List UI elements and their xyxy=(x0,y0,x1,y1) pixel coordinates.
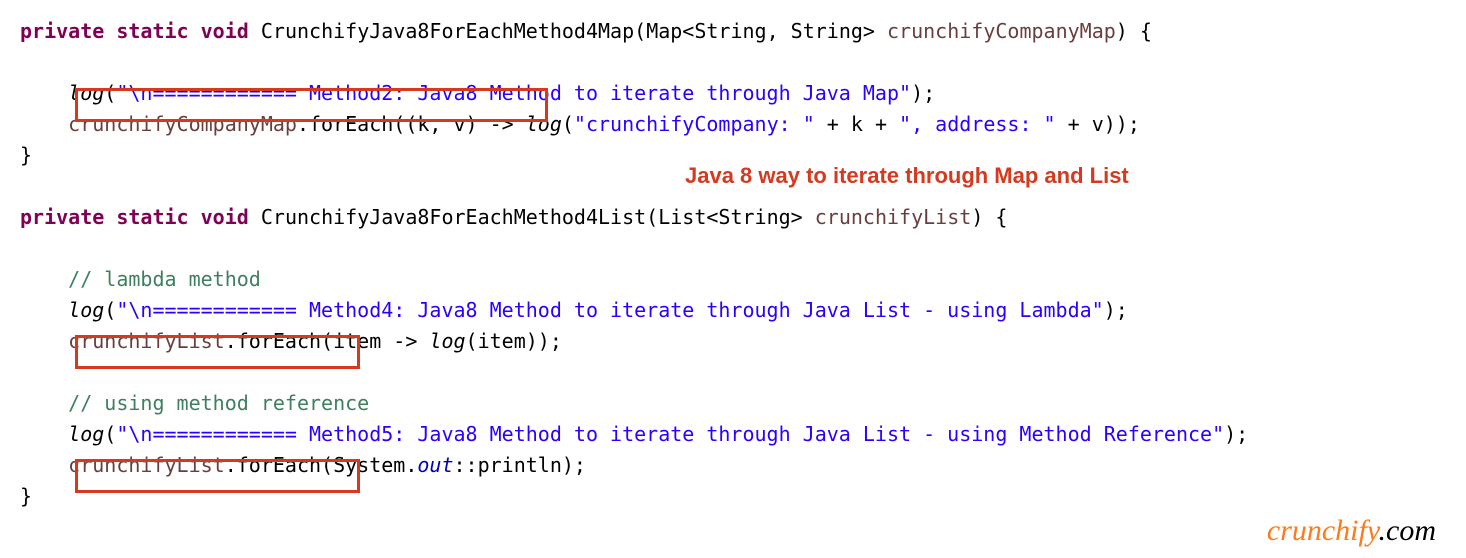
log-call: log xyxy=(68,298,104,322)
paren-open: ( xyxy=(646,205,658,229)
keyword-private: private xyxy=(20,19,104,43)
keyword-void: void xyxy=(201,19,249,43)
method-name: CrunchifyJava8ForEachMethod4List xyxy=(261,205,646,229)
brace-open: { xyxy=(983,205,1007,229)
log-call: log xyxy=(429,329,465,353)
map-var: crunchifyCompanyMap xyxy=(68,112,297,136)
type-generic: List<String> xyxy=(658,205,803,229)
code-block: private static void CrunchifyJava8ForEac… xyxy=(0,0,1466,512)
line-end: ); xyxy=(911,81,935,105)
brace-close: } xyxy=(20,484,32,508)
string-literal: "\n============ Method4: Java8 Method to… xyxy=(116,298,1103,322)
method-name: CrunchifyJava8ForEachMethod4Map xyxy=(261,19,634,43)
line-end: ); xyxy=(1104,298,1128,322)
foreach-call: .forEach xyxy=(225,453,321,477)
out-field: out xyxy=(417,453,453,477)
paren-open: ( xyxy=(104,298,116,322)
paren-open: ( xyxy=(104,81,116,105)
log-call: log xyxy=(68,81,104,105)
lambda-tail: (item)); xyxy=(466,329,562,353)
paren-close: ) xyxy=(971,205,983,229)
keyword-static: static xyxy=(116,19,188,43)
keyword-static: static xyxy=(116,205,188,229)
string-literal: ", address: " xyxy=(899,112,1056,136)
line-end: ); xyxy=(1224,422,1248,446)
watermark: crunchify.com xyxy=(1267,514,1436,548)
paren-close: ) xyxy=(1116,19,1128,43)
watermark-suffix: .com xyxy=(1379,514,1436,547)
foreach-call: .forEach((k, v) xyxy=(297,112,478,136)
brace-open: { xyxy=(1128,19,1152,43)
string-literal: "\n============ Method5: Java8 Method to… xyxy=(116,422,1224,446)
list-var: crunchifyList xyxy=(68,329,225,353)
plus-expr: + k + xyxy=(815,112,899,136)
type-generic: Map<String, String> xyxy=(646,19,875,43)
annotation-text: Java 8 way to iterate through Map and Li… xyxy=(685,163,1129,189)
brace-close: } xyxy=(20,143,32,167)
plus-expr: + v)); xyxy=(1056,112,1140,136)
paren-open: ( xyxy=(562,112,574,136)
param-name: crunchifyCompanyMap xyxy=(887,19,1116,43)
watermark-brand: crunchify xyxy=(1267,514,1379,547)
keyword-void: void xyxy=(201,205,249,229)
lambda-expr: (item -> xyxy=(321,329,429,353)
lambda-arrow: -> xyxy=(478,112,526,136)
paren-open: ( xyxy=(104,422,116,446)
param-name: crunchifyList xyxy=(815,205,972,229)
list-var: crunchifyList xyxy=(68,453,225,477)
comment: // using method reference xyxy=(68,391,369,415)
log-call: log xyxy=(68,422,104,446)
foreach-call: .forEach xyxy=(225,329,321,353)
string-literal: "\n============ Method2: Java8 Method to… xyxy=(116,81,911,105)
log-call: log xyxy=(526,112,562,136)
keyword-private: private xyxy=(20,205,104,229)
system-expr: (System. xyxy=(321,453,417,477)
paren-open: ( xyxy=(634,19,646,43)
comment: // lambda method xyxy=(68,267,261,291)
string-literal: "crunchifyCompany: " xyxy=(574,112,815,136)
method-ref: ::println); xyxy=(454,453,586,477)
